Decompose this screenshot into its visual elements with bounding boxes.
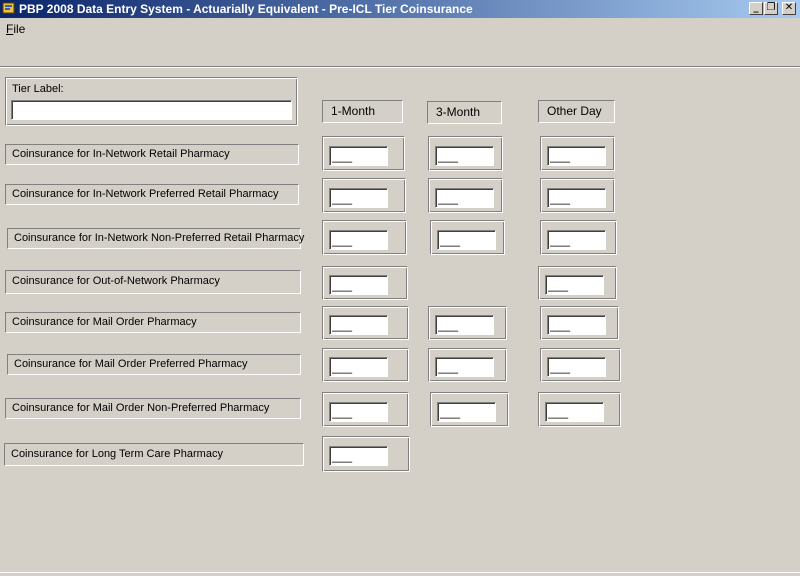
one-month-input[interactable] — [332, 317, 385, 333]
one-month-group — [322, 178, 406, 213]
menu-file[interactable]: File — [6, 22, 25, 36]
other-day-field[interactable] — [547, 357, 606, 377]
three-month-input[interactable] — [440, 404, 493, 420]
other-day-field[interactable] — [545, 275, 604, 295]
three-month-input[interactable] — [438, 359, 491, 375]
row-label-long-term-care: Coinsurance for Long Term Care Pharmacy — [4, 443, 304, 466]
other-day-field[interactable] — [545, 402, 604, 422]
menu-divider — [0, 66, 800, 68]
tier-label-caption: Tier Label: — [12, 83, 64, 95]
one-month-field[interactable] — [329, 230, 388, 250]
other-day-field[interactable] — [547, 315, 606, 335]
column-header-1-month: 1-Month — [322, 100, 403, 123]
one-month-group — [322, 306, 409, 340]
three-month-group — [428, 348, 507, 382]
other-day-input[interactable] — [550, 317, 603, 333]
one-month-input[interactable] — [332, 232, 385, 248]
tier-label-group: Tier Label: — [5, 77, 298, 126]
one-month-group — [322, 136, 405, 171]
one-month-field[interactable] — [329, 146, 388, 166]
window-title: PBP 2008 Data Entry System - Actuarially… — [19, 2, 473, 16]
app-icon[interactable] — [2, 1, 16, 15]
other-day-input[interactable] — [550, 232, 603, 248]
one-month-field[interactable] — [329, 315, 388, 335]
three-month-input[interactable] — [438, 317, 491, 333]
other-day-input[interactable] — [548, 277, 601, 293]
three-month-input[interactable] — [440, 232, 493, 248]
three-month-group — [428, 178, 503, 213]
other-day-field[interactable] — [547, 230, 606, 250]
one-month-field[interactable] — [329, 446, 388, 466]
other-day-field[interactable] — [547, 146, 606, 166]
other-day-group — [540, 178, 615, 213]
minimize-button[interactable]: _ — [749, 2, 763, 15]
one-month-input[interactable] — [332, 148, 385, 164]
one-month-input[interactable] — [332, 190, 385, 206]
one-month-field[interactable] — [329, 402, 388, 422]
three-month-field[interactable] — [435, 188, 494, 208]
other-day-input[interactable] — [550, 190, 603, 206]
three-month-input[interactable] — [438, 148, 491, 164]
other-day-input[interactable] — [550, 359, 603, 375]
column-header-3-month: 3-Month — [427, 101, 502, 124]
other-day-field[interactable] — [547, 188, 606, 208]
one-month-field[interactable] — [329, 357, 388, 377]
three-month-field[interactable] — [437, 402, 496, 422]
tier-label-input[interactable] — [14, 102, 289, 118]
row-label-mail-order: Coinsurance for Mail Order Pharmacy — [5, 312, 301, 333]
three-month-field[interactable] — [435, 357, 494, 377]
one-month-field[interactable] — [329, 275, 388, 295]
one-month-input[interactable] — [332, 277, 385, 293]
row-label-in-network-retail: Coinsurance for In-Network Retail Pharma… — [5, 144, 299, 165]
three-month-field[interactable] — [435, 146, 494, 166]
menu-bar: File — [0, 19, 800, 37]
one-month-group — [322, 266, 408, 300]
close-icon: ✕ — [784, 2, 794, 13]
other-day-group — [538, 392, 621, 427]
one-month-field[interactable] — [329, 188, 388, 208]
one-month-input[interactable] — [332, 359, 385, 375]
other-day-input[interactable] — [548, 404, 601, 420]
bottom-edge — [0, 572, 800, 573]
one-month-group — [322, 436, 410, 472]
column-header-other-day: Other Day — [538, 100, 615, 123]
row-label-in-network-preferred-retail: Coinsurance for In-Network Preferred Ret… — [5, 184, 299, 205]
three-month-group — [430, 220, 505, 255]
one-month-group — [322, 348, 409, 382]
other-day-input[interactable] — [550, 148, 603, 164]
close-button[interactable]: ✕ — [782, 2, 796, 15]
three-month-field[interactable] — [437, 230, 496, 250]
other-day-group — [540, 220, 617, 255]
tier-label-field[interactable] — [11, 100, 292, 120]
three-month-field[interactable] — [435, 315, 494, 335]
title-bar[interactable]: PBP 2008 Data Entry System - Actuarially… — [0, 0, 800, 18]
row-label-mail-order-non-preferred: Coinsurance for Mail Order Non-Preferred… — [5, 398, 301, 419]
three-month-group — [428, 306, 507, 340]
three-month-group — [430, 392, 509, 427]
other-day-group — [540, 136, 615, 171]
row-label-mail-order-preferred: Coinsurance for Mail Order Preferred Pha… — [7, 354, 301, 375]
three-month-input[interactable] — [438, 190, 491, 206]
one-month-input[interactable] — [332, 448, 385, 464]
other-day-group — [540, 348, 621, 382]
restore-icon: ❐ — [766, 2, 776, 13]
menu-file-label: ile — [13, 22, 26, 36]
minimize-icon: _ — [753, 2, 759, 13]
one-month-input[interactable] — [332, 404, 385, 420]
one-month-group — [322, 220, 407, 255]
three-month-group — [428, 136, 503, 171]
one-month-group — [322, 392, 409, 427]
restore-button[interactable]: ❐ — [764, 2, 778, 15]
row-label-out-of-network: Coinsurance for Out-of-Network Pharmacy — [5, 270, 301, 294]
other-day-group — [540, 306, 619, 340]
row-label-in-network-non-preferred-retail: Coinsurance for In-Network Non-Preferred… — [7, 228, 304, 249]
other-day-group — [538, 266, 617, 300]
